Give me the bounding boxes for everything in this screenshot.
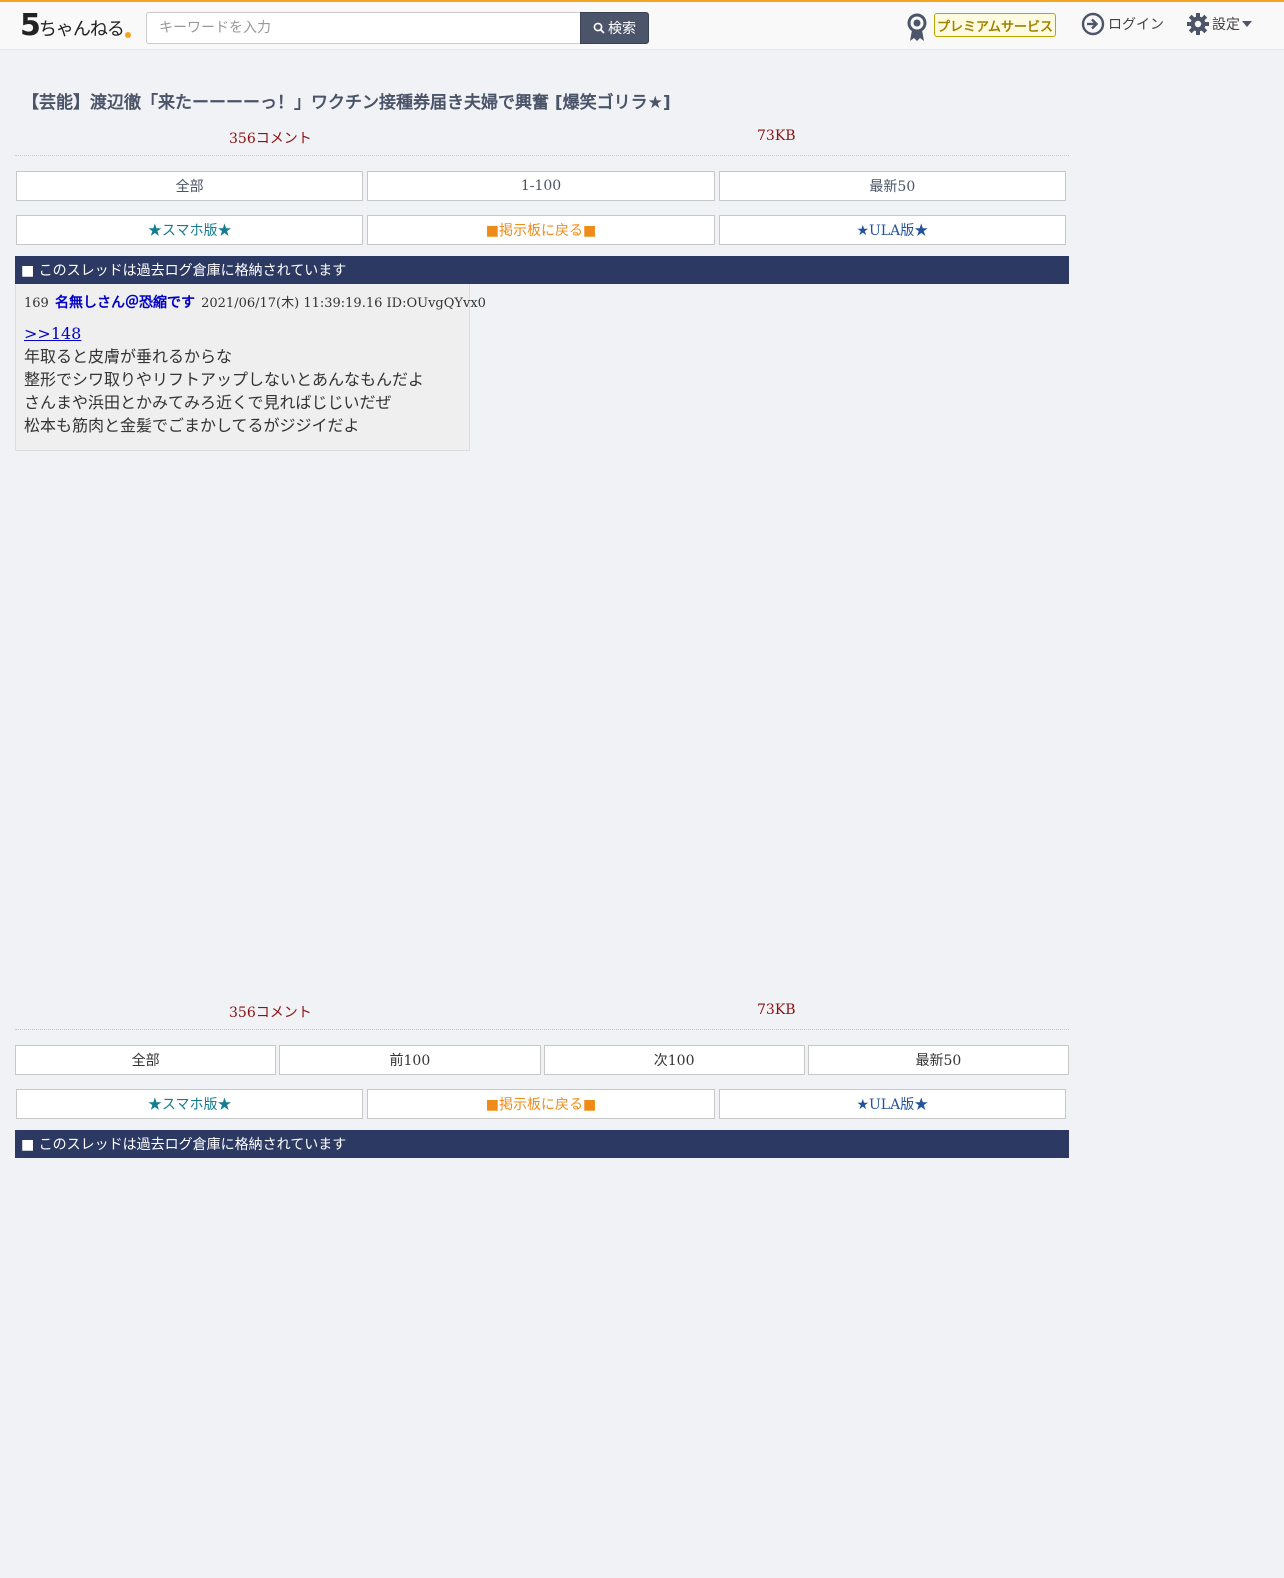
post-header: 169 名無しさん＠恐縮です 2021/06/17(木) 11:39:19.16… — [24, 292, 486, 312]
thread-meta-top: 356コメント 73KB — [15, 122, 1069, 156]
premium-badge-icon[interactable] — [906, 12, 928, 42]
search-input[interactable] — [146, 12, 581, 44]
comment-count: 356コメント — [229, 1005, 312, 1021]
back-to-board-link[interactable]: ■掲示板に戻る■ — [367, 215, 715, 245]
logo-five: 5 — [20, 8, 41, 43]
settings-label: 設定 — [1212, 17, 1240, 33]
nav-all-button[interactable]: 全部 — [15, 1045, 277, 1075]
top-navbar: 5 ちゃんねる 検索 プレミアムサービス ログイン — [0, 0, 1284, 50]
back-to-board-link[interactable]: ■掲示板に戻る■ — [367, 1089, 715, 1119]
archived-notice: ■ このスレッドは過去ログ倉庫に格納されています — [15, 1130, 1069, 1158]
pagination-top: 全部 1-100 最新50 — [16, 171, 1066, 201]
chevron-down-icon — [1242, 21, 1252, 27]
nav-1-100-button[interactable]: 1-100 — [367, 171, 715, 201]
search-button-label: 検索 — [608, 21, 636, 37]
nav-all-button[interactable]: 全部 — [16, 171, 364, 201]
ula-version-link[interactable]: ★ULA版★ — [718, 215, 1066, 245]
premium-service-button[interactable]: プレミアムサービス — [934, 13, 1056, 37]
logo-dot — [124, 32, 131, 38]
nav-latest50-button[interactable]: 最新50 — [718, 171, 1066, 201]
post-id[interactable]: ID:OUvgQYvx0 — [387, 296, 486, 311]
nav-next100-button[interactable]: 次100 — [543, 1045, 805, 1075]
login-button[interactable]: ログイン — [1081, 11, 1164, 37]
nav-latest50-button[interactable]: 最新50 — [807, 1045, 1069, 1075]
search-icon — [593, 22, 605, 34]
post-date: 2021/06/17(木) 11:39:19.16 — [201, 296, 383, 311]
post-author: 名無しさん＠恐縮です — [54, 295, 195, 311]
thread-size: 73KB — [757, 1002, 796, 1018]
gear-icon — [1187, 13, 1209, 35]
settings-button[interactable]: 設定 — [1186, 11, 1252, 37]
post-body: >>148 年取ると皮膚が垂れるからな 整形でシワ取りやリフトアップしないとあん… — [24, 322, 461, 437]
search-button[interactable]: 検索 — [580, 12, 649, 44]
link-row-top: ★スマホ版★ ■掲示板に戻る■ ★ULA版★ — [16, 215, 1066, 245]
smartphone-version-link[interactable]: ★スマホ版★ — [16, 215, 364, 245]
post-line: 整形でシワ取りやリフトアップしないとあんなもんだよ — [24, 370, 425, 389]
thread-size: 73KB — [757, 128, 796, 144]
logo-text: ちゃんねる — [38, 19, 125, 40]
post-number[interactable]: 169 — [24, 296, 49, 311]
thread-meta-bottom: 356コメント 73KB — [15, 996, 1069, 1030]
post-line: 松本も筋肉と金髪でごまかしてるがジジイだよ — [24, 416, 360, 435]
ula-version-link[interactable]: ★ULA版★ — [718, 1089, 1066, 1119]
smartphone-version-link[interactable]: ★スマホ版★ — [16, 1089, 364, 1119]
comment-count: 356コメント — [229, 131, 312, 147]
post-line: 年取ると皮膚が垂れるからな — [24, 347, 233, 366]
site-logo[interactable]: 5 ちゃんねる — [20, 8, 131, 42]
login-icon — [1081, 12, 1105, 36]
login-label: ログイン — [1108, 17, 1164, 33]
nav-prev100-button[interactable]: 前100 — [279, 1045, 541, 1075]
pagination-bottom: 全部 前100 次100 最新50 — [15, 1045, 1069, 1075]
thread-title: 【芸能】渡辺徹「来たーーーーっ！」ワクチン接種券届き夫婦で興奮 [爆笑ゴリラ★] — [22, 93, 671, 113]
archived-notice: ■ このスレッドは過去ログ倉庫に格納されています — [15, 256, 1069, 284]
link-row-bottom: ★スマホ版★ ■掲示板に戻る■ ★ULA版★ — [16, 1089, 1066, 1119]
post-line: さんまや浜田とかみてみろ近くで見ればじじいだぜ — [24, 393, 392, 412]
post: 169 名無しさん＠恐縮です 2021/06/17(木) 11:39:19.16… — [15, 284, 486, 451]
reply-anchor-link[interactable]: >>148 — [24, 324, 81, 343]
